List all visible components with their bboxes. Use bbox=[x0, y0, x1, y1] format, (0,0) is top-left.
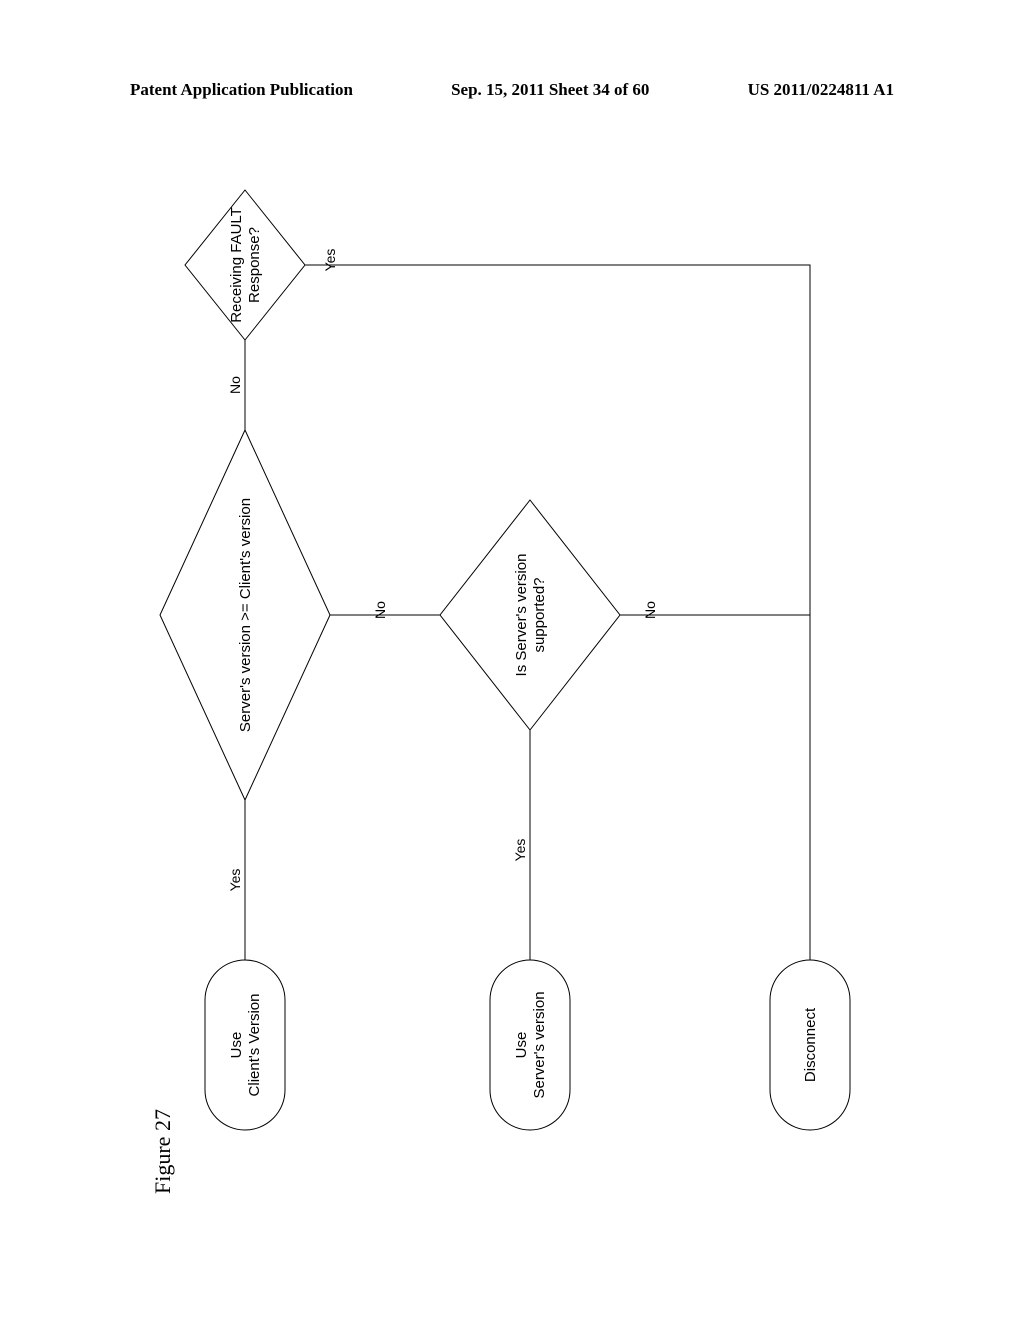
d1-line1: Receiving FAULT bbox=[228, 207, 245, 323]
terminal-disconnect: Disconnect bbox=[770, 960, 850, 1130]
d3-line1: Is Server's version bbox=[513, 554, 530, 677]
t2-line2: Server's version bbox=[531, 991, 548, 1098]
header-center: Sep. 15, 2011 Sheet 34 of 60 bbox=[451, 80, 649, 100]
terminal-use-server-version: Use Server's version bbox=[490, 960, 570, 1130]
decision-receiving-fault: Receiving FAULT Response? bbox=[185, 190, 305, 340]
terminal-use-client-version: Use Client's Version bbox=[205, 960, 285, 1130]
t3-line1: Disconnect bbox=[802, 1007, 819, 1082]
d2-line1: Server's version >= Client's version bbox=[237, 498, 254, 732]
header-left: Patent Application Publication bbox=[130, 80, 353, 100]
d1-no-label: No bbox=[227, 376, 243, 394]
edge-d2-yes: Yes bbox=[227, 800, 245, 960]
edge-d3-no: No bbox=[620, 601, 810, 619]
edge-d2-no: No bbox=[330, 601, 440, 619]
edge-d1-no: No bbox=[227, 340, 245, 430]
figure-caption: Figure 27 bbox=[150, 1109, 176, 1194]
d3-no-label: No bbox=[642, 601, 658, 619]
d3-yes-label: Yes bbox=[512, 839, 528, 862]
d2-yes-label: Yes bbox=[227, 869, 243, 892]
flowchart: Receiving FAULT Response? Yes No Server'… bbox=[130, 160, 890, 1210]
decision-server-supported: Is Server's version supported? bbox=[440, 500, 620, 730]
d1-line2: Response? bbox=[246, 227, 263, 303]
d2-no-label: No bbox=[372, 601, 388, 619]
t1-line2: Client's Version bbox=[246, 994, 263, 1097]
header-right: US 2011/0224811 A1 bbox=[748, 80, 894, 100]
t2-line1: Use bbox=[513, 1032, 530, 1059]
edge-d3-yes: Yes bbox=[512, 730, 530, 960]
decision-version-compare: Server's version >= Client's version bbox=[160, 430, 330, 800]
d1-yes-label: Yes bbox=[322, 249, 338, 272]
d3-line2: supported? bbox=[531, 577, 548, 652]
page-header: Patent Application Publication Sep. 15, … bbox=[0, 80, 1024, 100]
t1-line1: Use bbox=[228, 1032, 245, 1059]
